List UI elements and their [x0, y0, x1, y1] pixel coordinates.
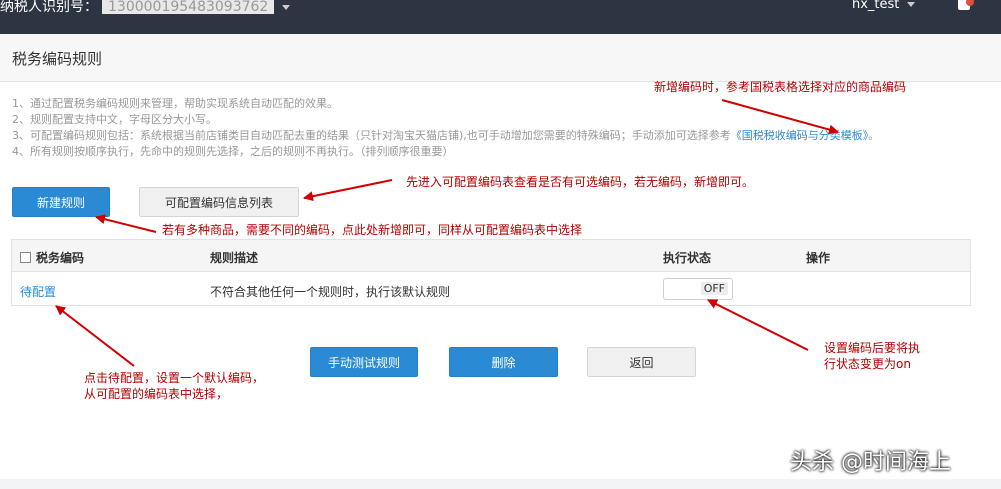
top-bar: 纳税人识别号： 130000195483093762 hx_test: [0, 0, 1001, 34]
bell-icon[interactable]: [956, 0, 974, 12]
status-toggle[interactable]: OFF: [663, 278, 733, 300]
new-rule-button[interactable]: 新建规则: [12, 187, 110, 217]
annotation-tax-table: 新增编码时，参考国税表格选择对应的商品编码: [654, 80, 907, 94]
pending-config-link[interactable]: 待配置: [20, 283, 56, 300]
rules-table: 税务编码 规则描述 执行状态 操作 待配置 不符合其他任何一个规则时，执行该默认…: [11, 239, 971, 306]
header-actions: 操作: [806, 251, 831, 265]
taxpayer-id-label: 纳税人识别号：: [0, 0, 98, 14]
tax-code-template-link[interactable]: 《国税税收编码与分类模板》: [731, 129, 869, 142]
instructions: 1、通过配置税务编码规则来管理，帮助实现系统自动匹配的效果。 2、规则配置支持中…: [12, 96, 879, 160]
username: hx_test: [852, 0, 900, 12]
instruction-4: 4、所有规则按顺序执行，先命中的规则先选择，之后的规则不再执行。（排列顺序很重要…: [12, 145, 454, 158]
header-tax-code: 税务编码: [20, 249, 84, 266]
panel-header: 税务编码规则: [0, 34, 1001, 82]
back-button[interactable]: 返回: [587, 347, 696, 377]
header-rule-description: 规则描述: [210, 251, 259, 265]
select-all-checkbox[interactable]: [20, 252, 31, 263]
chevron-down-icon: [282, 4, 291, 10]
config-list-button[interactable]: 可配置编码信息列表: [139, 187, 299, 217]
annotation-status: 设置编码后要将执 行状态变更为on: [824, 341, 921, 371]
delete-button[interactable]: 删除: [449, 347, 558, 377]
chevron-down-icon: [907, 2, 916, 7]
taxpayer-id-selector[interactable]: 纳税人识别号： 130000195483093762: [0, 0, 291, 14]
instruction-1: 1、通过配置税务编码规则来管理，帮助实现系统自动匹配的效果。: [12, 97, 338, 110]
status-toggle-label: OFF: [700, 282, 728, 295]
instruction-3-text: 3、可配置编码规则包括：系统根据当前店铺类目自动匹配去重的结果（只针对淘宝天猫店…: [12, 129, 731, 142]
watermark: 头杀 @时间海上: [790, 450, 951, 475]
annotation-pending: 点击待配置，设置一个默认编码， 从可配置的编码表中选择，: [84, 371, 265, 401]
annotation-new-rule: 若有多种商品，需要不同的编码，点此处新增即可，同样从可配置编码表中选择: [162, 223, 583, 237]
instruction-3-suffix: 。: [868, 129, 880, 142]
manual-test-button[interactable]: 手动测试规则: [310, 347, 418, 377]
rule-description: 不符合其他任何一个规则时，执行该默认规则: [210, 285, 451, 299]
annotation-config-list: 先进入可配置编码表查看是否有可选编码，若无编码，新增即可。: [406, 175, 755, 189]
instruction-3: 3、可配置编码规则包括：系统根据当前店铺类目自动匹配去重的结果（只针对淘宝天猫店…: [12, 128, 879, 144]
table-header: 税务编码 规则描述 执行状态 操作: [12, 240, 970, 272]
user-menu[interactable]: hx_test: [852, 0, 916, 12]
page-title: 税务编码规则: [12, 50, 103, 68]
header-status: 执行状态: [663, 251, 712, 265]
instruction-2: 2、规则配置支持中文，字母区分大小写。: [12, 113, 217, 126]
notification-badge: [966, 0, 974, 6]
taxpayer-id-value: 130000195483093762: [102, 0, 275, 14]
